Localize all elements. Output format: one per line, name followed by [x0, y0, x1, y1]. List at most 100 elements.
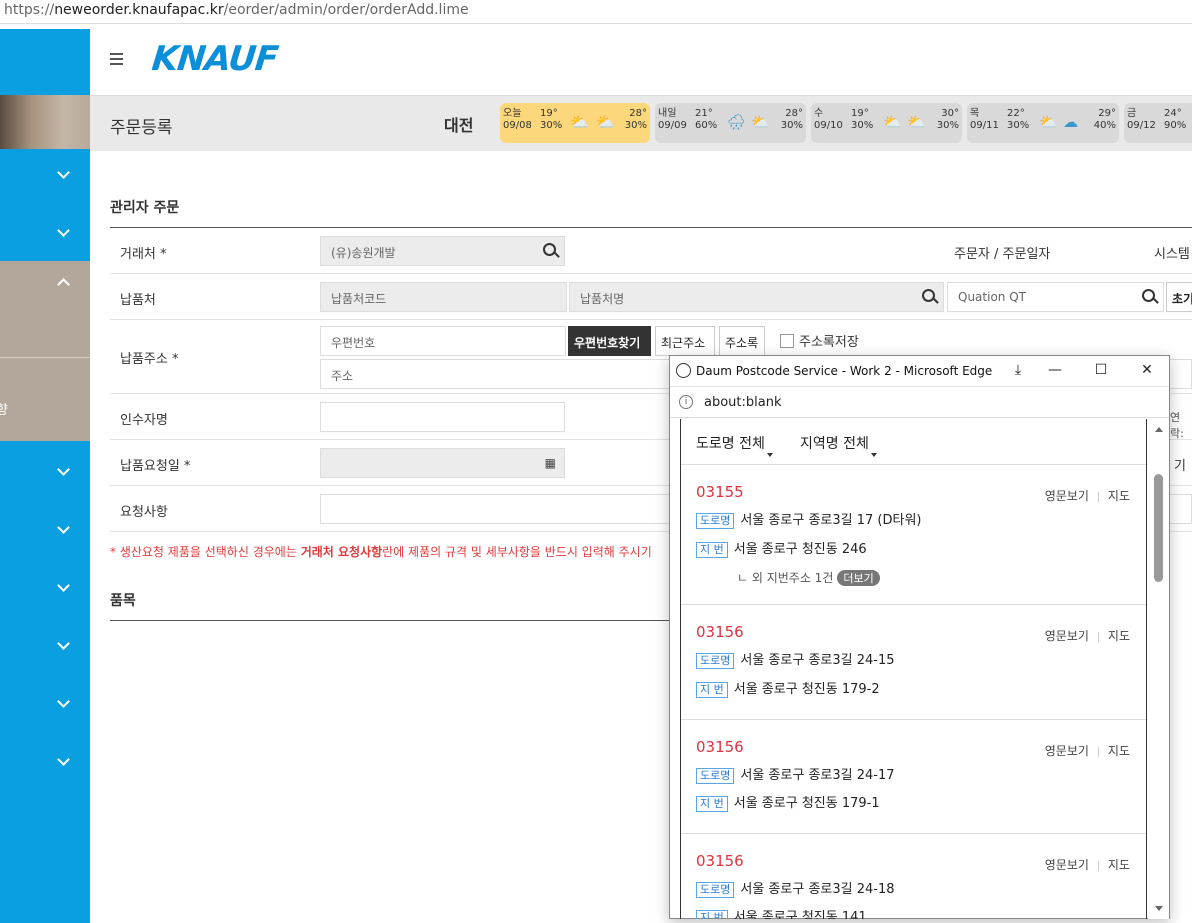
maximize-icon[interactable]: ☐ [1091, 362, 1111, 378]
save-address-checkbox[interactable] [780, 334, 794, 348]
sidebar-subitem-label[interactable]: 향 [0, 399, 8, 418]
road-address[interactable]: 서울 종로구 종로3길 24-15 [740, 653, 894, 668]
road-tag: 도로명 [696, 768, 735, 784]
map-link[interactable]: 지도 [1108, 629, 1130, 643]
request-date-label: 납품요청일 * [120, 459, 191, 474]
english-link[interactable]: 영문보기 [1045, 744, 1089, 758]
delivery-code-input[interactable]: 납품처코드 [320, 282, 567, 312]
tab-region-all[interactable]: 지역명 전체 [800, 433, 877, 457]
zipcode[interactable]: 03156 [696, 852, 744, 870]
knauf-logo[interactable]: KNAUF [150, 39, 280, 79]
zipcode[interactable]: 03155 [696, 483, 744, 501]
address-label: 납품주소 * [120, 352, 179, 367]
english-link[interactable]: 영문보기 [1045, 489, 1089, 503]
chevron-down-icon[interactable] [56, 167, 70, 181]
partly-cloudy-icon: ⛅ [883, 113, 902, 131]
info-icon[interactable]: i [679, 395, 693, 409]
list-item[interactable]: 03156 영문보기 지도 도로명 서울 종로구 종로3길 24-18 지 번 서울 … [681, 834, 1146, 919]
items-title: 품목 [110, 593, 136, 609]
chevron-down-icon[interactable] [56, 225, 70, 239]
tab-road-all[interactable]: 도로명 전체 [696, 433, 773, 457]
customer-field[interactable]: (유)송원개발 [320, 236, 565, 266]
map-link[interactable]: 지도 [1108, 744, 1130, 758]
chevron-down-icon[interactable] [56, 696, 70, 710]
customer-label: 거래처 * [120, 247, 167, 262]
find-zipcode-button[interactable]: 우편번호찾기 [568, 326, 651, 356]
address-book-button[interactable]: 주소록 [719, 326, 765, 356]
download-icon[interactable]: ⤓ [1008, 362, 1028, 378]
search-icon[interactable] [543, 243, 556, 256]
search-icon[interactable] [922, 289, 935, 302]
items-divider [110, 620, 670, 621]
list-item[interactable]: 03156 영문보기 지도 도로명 서울 종로구 종로3길 24-17 지 번 서울 … [681, 720, 1146, 834]
extra-lot-info: ㄴ 외 지번주소 1건 더보기 [737, 569, 880, 586]
more-button[interactable]: 더보기 [837, 570, 880, 586]
receiver-input[interactable] [320, 402, 565, 432]
chevron-down-icon[interactable] [56, 522, 70, 536]
right-partial-label: 기 [1174, 459, 1186, 474]
lot-tag: 지 번 [696, 542, 728, 558]
order-form: 거래처 * (유)송원개발 주문자 / 주문일자 시스템 납품처 납품처코드 납… [110, 227, 1192, 532]
popup-window-title: Daum Postcode Service - Work 2 - Microso… [696, 364, 993, 378]
road-address[interactable]: 서울 종로구 종로3길 24-17 [740, 768, 894, 783]
zipcode-input[interactable]: 우편번호 [320, 326, 566, 356]
partly-cloudy-icon: ⛅ [907, 113, 926, 131]
english-link[interactable]: 영문보기 [1045, 629, 1089, 643]
browser-url-bar[interactable]: https://neweorder.knaufapac.kr/eorder/ad… [0, 0, 1192, 24]
contact-label: 연락: [1170, 411, 1184, 440]
calendar-icon[interactable]: ▦ [545, 456, 556, 470]
url-path: /eorder/admin/order/orderAdd.lime [223, 2, 469, 18]
zipcode[interactable]: 03156 [696, 738, 744, 756]
close-icon[interactable]: ✕ [1137, 362, 1157, 378]
save-address-label: 주소록저장 [799, 335, 859, 350]
lot-tag: 지 번 [696, 910, 728, 919]
lot-address[interactable]: 서울 종로구 청진동 179-1 [734, 796, 880, 811]
recent-address-button[interactable]: 최근주소 [655, 326, 715, 356]
result-links: 영문보기 지도 [1045, 742, 1130, 759]
list-item[interactable]: 03156 영문보기 지도 도로명 서울 종로구 종로3길 24-15 지 번 서울 … [681, 605, 1146, 720]
request-date-input[interactable]: ▦ [320, 448, 565, 478]
chevron-down-icon[interactable] [56, 464, 70, 478]
hamburger-menu-icon[interactable] [110, 53, 123, 68]
minimize-icon[interactable]: — [1045, 362, 1065, 378]
postcode-popup-window[interactable]: Daum Postcode Service - Work 2 - Microso… [669, 355, 1170, 919]
reset-button[interactable]: 초기 [1166, 282, 1192, 312]
lot-address[interactable]: 서울 종로구 청진동 141 [734, 910, 867, 919]
list-item[interactable]: 03155 영문보기 지도 도로명 서울 종로구 종로3길 17 (D타워) 지 번… [681, 465, 1146, 605]
map-link[interactable]: 지도 [1108, 858, 1130, 872]
popup-title-bar[interactable]: Daum Postcode Service - Work 2 - Microso… [670, 356, 1169, 387]
result-links: 영문보기 지도 [1045, 627, 1130, 644]
filter-tabs: 도로명 전체 지역명 전체 [681, 419, 1146, 465]
partly-cloudy-icon: ⛅ [751, 113, 770, 131]
request-label: 요청사항 [120, 505, 168, 520]
zipcode[interactable]: 03156 [696, 623, 744, 641]
popup-scrollbar[interactable] [1148, 419, 1169, 919]
english-link[interactable]: 영문보기 [1045, 858, 1089, 872]
url-scheme: https:// [4, 2, 55, 18]
lot-address[interactable]: 서울 종로구 청진동 179-2 [734, 682, 880, 697]
delivery-label: 납품처 [120, 293, 156, 308]
lot-address[interactable]: 서울 종로구 청진동 246 [734, 542, 867, 557]
weather-card: 내일 09/09 21° 60% 🌧 ⛅ 28° 30% [655, 103, 806, 143]
road-address[interactable]: 서울 종로구 종로3길 17 (D타워) [740, 513, 921, 528]
search-icon[interactable] [1142, 289, 1155, 302]
sidebar-item-active[interactable]: 향 [0, 261, 90, 441]
scrollbar-thumb[interactable] [1154, 474, 1163, 582]
sidebar-profile-image [0, 95, 90, 149]
rain-icon: 🌧 [727, 113, 747, 131]
chevron-up-icon[interactable] [56, 275, 70, 289]
scroll-up-arrow-icon[interactable] [1155, 427, 1163, 432]
partly-cloudy-icon: ⛅ [596, 113, 615, 131]
quotation-input[interactable]: Quation QT [947, 282, 1164, 312]
map-link[interactable]: 지도 [1108, 489, 1130, 503]
road-address[interactable]: 서울 종로구 종로3길 24-18 [740, 882, 894, 897]
chevron-down-icon[interactable] [56, 580, 70, 594]
popup-address-bar[interactable]: i about:blank [670, 387, 1169, 418]
scroll-down-arrow-icon[interactable] [1155, 906, 1163, 911]
road-tag: 도로명 [696, 882, 735, 898]
orderer-label: 주문자 / 주문일자 [954, 247, 1051, 262]
production-note: * 생산요청 제품을 선택하신 경우에는 거래처 요청사항란에 제품의 규격 및… [110, 545, 652, 559]
chevron-down-icon[interactable] [56, 754, 70, 768]
chevron-down-icon[interactable] [56, 638, 70, 652]
delivery-name-input[interactable]: 납품처명 [569, 282, 944, 312]
